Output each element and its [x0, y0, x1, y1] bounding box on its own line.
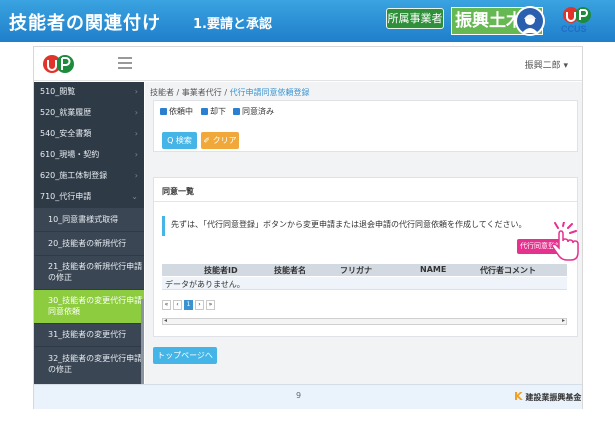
checkbox-checked-icon [233, 108, 240, 115]
sidebar-item-proxy-application[interactable]: 710_代行申請 ⌄ [34, 187, 144, 207]
main-content: 技能者 / 事業者代行 / 代行申請同意依頼登録 依頼中 却下 同意済み Q 検… [145, 82, 582, 384]
pointing-hand-icon [551, 222, 579, 261]
slide-title: 技能者の関連付け [9, 13, 161, 34]
app-window: 振興二郎 ▾ 510_閲覧 › 520_就業履歴 › 540_安全書類 › 610_現… [33, 46, 583, 409]
col-furigana: フリガナ [340, 266, 372, 275]
sidebar-item-label: 540_安全書類 [40, 129, 92, 138]
pager-first[interactable]: « [162, 300, 171, 310]
chevron-right-icon: › [134, 171, 138, 180]
checkbox-label: 同意済み [242, 107, 274, 116]
sidebar-item-view[interactable]: 510_閲覧 › [34, 82, 144, 102]
breadcrumb-current: 代行申請同意依頼登録 [229, 88, 310, 97]
table-header: 技能者ID 技能者名 フリガナ NAME 代行者コメント [162, 264, 567, 276]
foundation-logo: K 建設業振興基金 [514, 390, 581, 403]
sidebar-item-label: 31_技能者の変更代行 [48, 330, 127, 339]
chevron-down-icon: ⌄ [131, 192, 138, 201]
sidebar-item-new-proxy[interactable]: 20_技能者の新規代行 [34, 232, 144, 255]
sidebar-item-label: 610_現場・契約 [40, 150, 100, 159]
sidebar-item-site-contract[interactable]: 610_現場・契約 › [34, 145, 144, 165]
search-panel: 依頼中 却下 同意済み Q 検索 ✐ クリア [153, 100, 578, 152]
sidebar-item-new-proxy-fix[interactable]: 21_技能者の新規代行申請の修正 [34, 256, 144, 289]
ccus-logo-text: CCUS [561, 24, 587, 34]
breadcrumb-item[interactable]: 事業者代行 [182, 88, 222, 97]
chevron-right-icon: › [134, 150, 138, 159]
col-worker-name: 技能者名 [274, 266, 306, 275]
sidebar-item-construction-system[interactable]: 620_施工体制登録 › [34, 166, 144, 186]
top-page-button[interactable]: トップページへ [153, 347, 217, 364]
clear-button[interactable]: ✐ クリア [201, 132, 239, 149]
worker-helmet-icon [515, 6, 545, 36]
app-topbar: 振興二郎 ▾ [34, 47, 582, 81]
hamburger-menu-icon[interactable] [118, 57, 132, 69]
sidebar-item-change-proxy[interactable]: 31_技能者の変更代行 [34, 324, 144, 346]
col-agent-comment: 代行者コメント [480, 266, 536, 275]
breadcrumb-separator: / [221, 88, 230, 97]
footer: 9 K 建設業振興基金 [34, 384, 582, 409]
col-name: NAME [420, 265, 447, 274]
sidebar-item-label: 21_技能者の新規代行申請の修正 [48, 262, 143, 282]
consent-list-panel: 同意一覧 先ずは、「代行同意登録」ボタンから変更申請または退会申請の代行同意依頼… [153, 177, 579, 337]
checkbox-label: 依頼中 [169, 107, 193, 116]
table-horizontal-scrollbar[interactable]: ◂ ▸ [162, 317, 567, 325]
sidebar-item-label: 32_技能者の変更代行申請の修正 [48, 354, 143, 374]
scroll-right-icon[interactable]: ▸ [562, 317, 565, 324]
pager-prev[interactable]: ‹ [173, 300, 182, 310]
sidebar-item-label: 510_閲覧 [40, 87, 76, 96]
checkbox-checked-icon [201, 108, 208, 115]
breadcrumb: 技能者 / 事業者代行 / 代行申請同意依頼登録 [150, 87, 310, 98]
pager-last[interactable]: » [206, 300, 215, 310]
sidebar-item-change-proxy-fix[interactable]: 32_技能者の変更代行申請の修正 [34, 347, 144, 384]
slide-subtitle: 1.要請と承認 [193, 17, 272, 32]
info-message: 先ずは、「代行同意登録」ボタンから変更申請または退会申請の代行同意依頼を作成して… [162, 216, 567, 236]
checkbox-label: 却下 [210, 107, 226, 116]
up-logo-icon [43, 55, 74, 73]
search-button[interactable]: Q 検索 [162, 132, 197, 149]
foundation-name: 建設業振興基金 [525, 393, 582, 402]
slide: 技能者の関連付け 1.要請と承認 所属事業者 振興土木 CCUS 振興二郎 ▾ … [0, 0, 615, 429]
pager-page-1[interactable]: 1 [184, 300, 193, 310]
user-menu[interactable]: 振興二郎 ▾ [525, 58, 568, 71]
breadcrumb-item[interactable]: 技能者 [150, 88, 174, 97]
dept-badge: 所属事業者 [386, 8, 444, 29]
sidebar-item-work-history[interactable]: 520_就業履歴 › [34, 103, 144, 123]
chevron-right-icon: › [134, 108, 138, 117]
chevron-right-icon: › [134, 129, 138, 138]
pager-next[interactable]: › [195, 300, 204, 310]
page-number: 9 [296, 391, 302, 400]
k-mark-icon: K [514, 390, 523, 403]
scroll-left-icon[interactable]: ◂ [164, 317, 167, 324]
panel-title: 同意一覧 [154, 178, 577, 202]
sidebar-item-label: 710_代行申請 [40, 192, 92, 201]
checkbox-requesting[interactable]: 依頼中 [160, 106, 193, 117]
sidebar-item-consent-form[interactable]: 10_同意書様式取得 [34, 208, 144, 231]
sidebar-item-change-proxy-consent[interactable]: 30_技能者の変更代行申請同意依頼 [34, 290, 144, 323]
sidebar-item-label: 30_技能者の変更代行申請同意依頼 [48, 296, 143, 316]
col-worker-id: 技能者ID [204, 266, 238, 275]
sidebar-item-label: 10_同意書様式取得 [48, 215, 119, 224]
sidebar-item-label: 620_施工体制登録 [40, 171, 108, 180]
checkbox-checked-icon [160, 108, 167, 115]
sidebar: 510_閲覧 › 520_就業履歴 › 540_安全書類 › 610_現場・契約 › 6… [34, 82, 144, 384]
sidebar-scrollbar[interactable] [141, 299, 144, 384]
sidebar-item-label: 20_技能者の新規代行 [48, 239, 127, 248]
checkbox-agreed[interactable]: 同意済み [233, 106, 274, 117]
sidebar-item-safety-docs[interactable]: 540_安全書類 › [34, 124, 144, 144]
slide-banner: 技能者の関連付け 1.要請と承認 所属事業者 振興土木 CCUS [0, 0, 615, 42]
chevron-right-icon: › [134, 87, 138, 96]
breadcrumb-separator: / [174, 88, 182, 97]
sidebar-item-label: 520_就業履歴 [40, 108, 92, 117]
checkbox-rejected[interactable]: 却下 [201, 106, 226, 117]
table-row-empty: データがありません。 [162, 277, 567, 290]
